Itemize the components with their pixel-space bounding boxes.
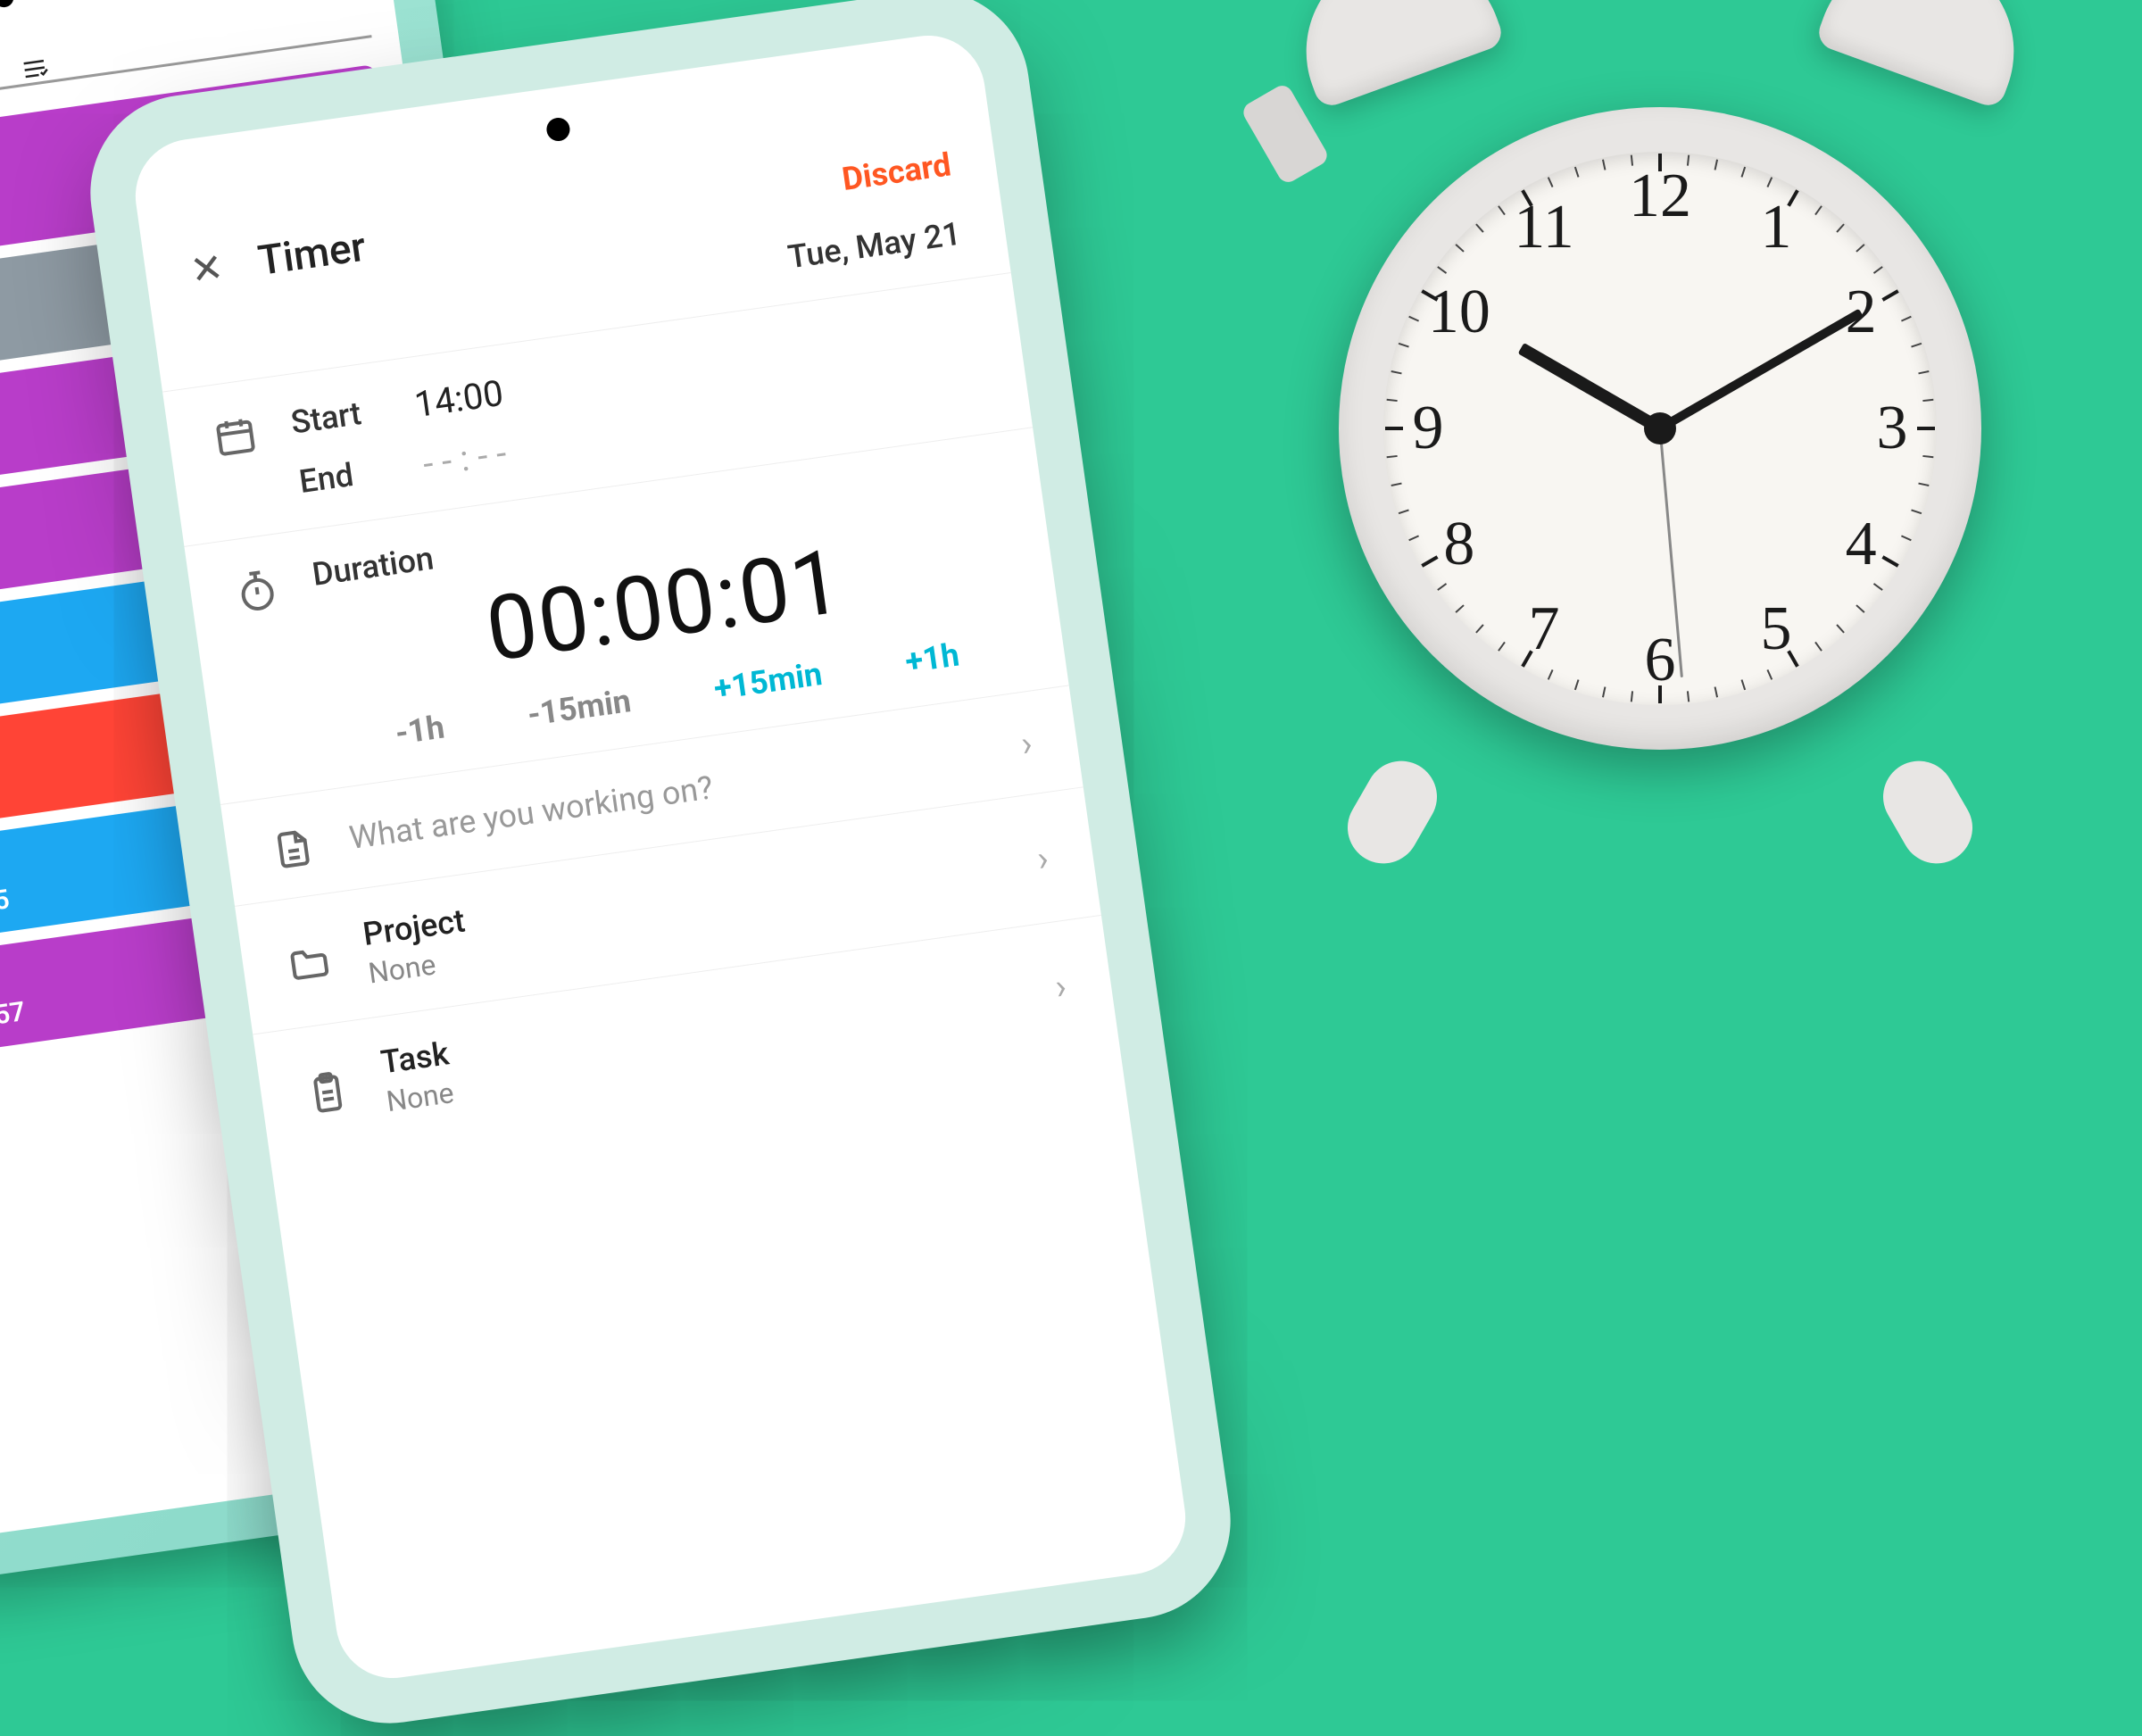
clock-tick <box>1455 244 1464 253</box>
clock-tick <box>1658 685 1662 703</box>
clock-hour-hand <box>1518 343 1664 434</box>
chevron-right-icon: › <box>1018 722 1034 765</box>
clock-tick <box>1766 177 1773 187</box>
task-label: Task <box>378 1034 451 1081</box>
folder-icon <box>286 940 334 988</box>
clock-number: 11 <box>1514 192 1573 263</box>
clock-tick <box>1399 510 1409 515</box>
clock-number: 5 <box>1761 594 1792 665</box>
clock-tick <box>1631 691 1633 702</box>
clock-tick <box>1814 642 1822 652</box>
start-label: Start <box>288 392 382 442</box>
clock-tick <box>1455 604 1464 613</box>
working-on-placeholder: What are you working on? <box>347 768 716 857</box>
clock-tick <box>1814 205 1822 215</box>
clock-tick <box>1873 583 1883 591</box>
clock-tick <box>1421 555 1438 567</box>
clock-tick <box>1741 167 1747 178</box>
chevron-right-icon: › <box>1034 836 1050 879</box>
start-value: 14:00 <box>412 372 506 426</box>
clock-number: 7 <box>1529 594 1560 665</box>
clock-tick <box>1391 370 1402 374</box>
clock-tick <box>1408 535 1419 541</box>
clock-tick <box>1437 266 1447 274</box>
clock-tick <box>1714 160 1718 170</box>
clock-tick <box>1498 205 1506 215</box>
clock-tick <box>1922 455 1933 458</box>
clock-leg-right <box>1870 748 1985 876</box>
clock-tick <box>1901 535 1912 541</box>
phone-timer: ✕ Timer Discard Tue, May 21 Start 14:00 … <box>98 0 1224 1715</box>
clock-tick <box>1399 343 1409 348</box>
clock-tick <box>1437 583 1447 591</box>
clock-tick <box>1475 624 1484 633</box>
clock-tick <box>1917 427 1935 430</box>
end-label: End <box>297 451 391 501</box>
clock-tick <box>1911 510 1922 515</box>
end-value: - - : - - <box>420 432 509 486</box>
clock-number: 2 <box>1846 277 1877 348</box>
clock-tick <box>1391 483 1402 486</box>
clock-tick <box>1856 244 1864 253</box>
stopwatch-icon <box>233 567 281 615</box>
clock-number: 1 <box>1761 192 1792 263</box>
minus-1h-button[interactable]: -1h <box>393 709 446 752</box>
clock-center <box>1644 412 1676 444</box>
clock-tick <box>1498 642 1506 652</box>
clock-face: 121234567891011 <box>1383 152 1937 705</box>
clock-tick <box>1836 624 1845 633</box>
clock-number: 10 <box>1428 277 1490 348</box>
clock-tick <box>1687 691 1690 702</box>
plus-15min-button[interactable]: +15min <box>711 655 824 708</box>
clipboard-icon <box>303 1067 352 1116</box>
clock-tick <box>1387 455 1398 458</box>
clock-tick <box>1475 223 1484 232</box>
clock-number: 9 <box>1413 393 1444 464</box>
plus-1h-button[interactable]: +1h <box>903 635 962 680</box>
clock-tick <box>1766 669 1773 680</box>
clock-number: 8 <box>1443 509 1474 580</box>
discard-button[interactable]: Discard <box>840 145 953 198</box>
page-title: Timer <box>255 223 369 286</box>
clock-tick <box>1918 483 1929 486</box>
clock-tick <box>1548 669 1554 680</box>
clock-tick <box>1602 686 1606 697</box>
alarm-clock: 121234567891011 <box>1232 0 2088 839</box>
clock-minute-hand <box>1658 309 1864 433</box>
clock-tick <box>1741 679 1747 690</box>
clock-tick <box>1836 223 1845 232</box>
clock-tick <box>1873 266 1883 274</box>
clock-tick <box>1385 427 1403 430</box>
clock-tick <box>1658 154 1662 171</box>
close-button[interactable]: ✕ <box>187 244 227 295</box>
clock-tick <box>1408 316 1419 322</box>
clock-body: 121234567891011 <box>1339 107 1981 750</box>
clock-number: 3 <box>1877 393 1908 464</box>
clock-tick <box>1574 167 1580 178</box>
clock-tick <box>1881 555 1898 567</box>
clock-bell-left <box>1279 0 1507 110</box>
clock-tick <box>1714 686 1718 697</box>
calendar-icon <box>212 412 260 461</box>
clock-number: 4 <box>1846 509 1877 580</box>
clock-tick <box>1548 177 1554 187</box>
clock-tick <box>1856 604 1864 613</box>
clock-leg-left <box>1334 748 1449 876</box>
clock-tick <box>1881 289 1898 301</box>
minus-15min-button[interactable]: -15min <box>525 682 633 734</box>
task-value: None <box>385 1076 457 1118</box>
document-icon <box>270 825 318 873</box>
clock-tick <box>1918 370 1929 374</box>
clock-number: 12 <box>1629 161 1691 232</box>
list-tab-icon[interactable] <box>11 53 59 86</box>
chevron-right-icon: › <box>1052 965 1068 1008</box>
clock-tick <box>1911 343 1922 348</box>
clock-tick <box>1602 160 1606 170</box>
clock-tick <box>1387 399 1398 402</box>
clock-bell-right <box>1814 0 2042 110</box>
clock-tick <box>1922 399 1933 402</box>
clock-tick <box>1574 679 1580 690</box>
clock-tick <box>1901 316 1912 322</box>
